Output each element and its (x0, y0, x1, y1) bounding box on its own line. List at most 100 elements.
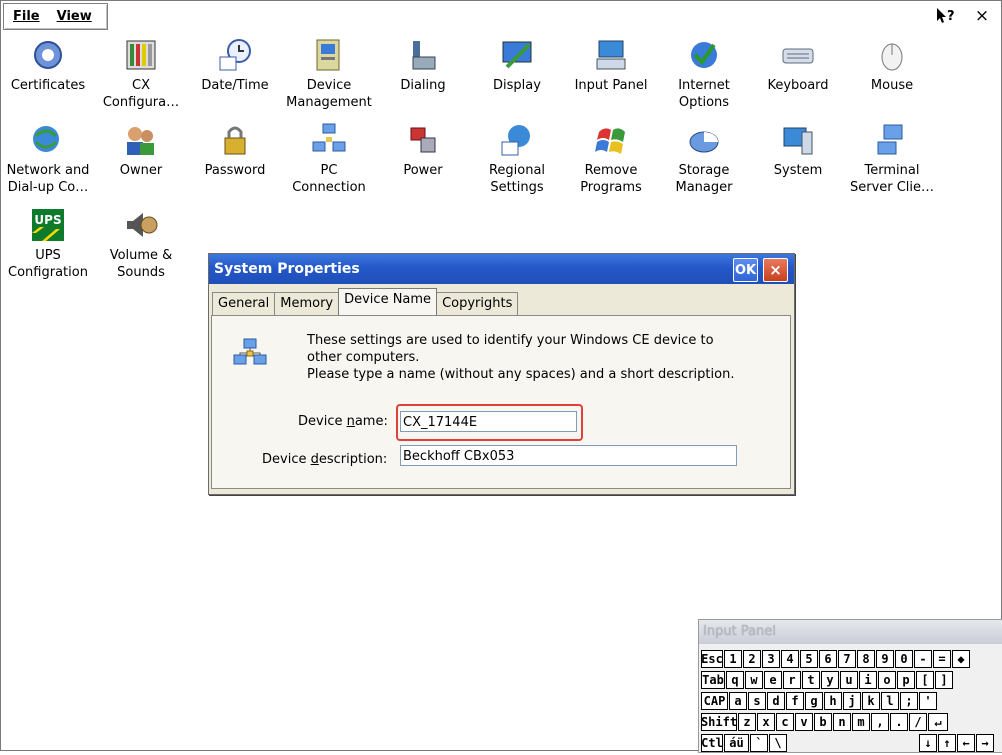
keyboard-key[interactable]: . (890, 713, 908, 731)
control-panel-item[interactable]: UPS UPS Configration (1, 207, 95, 281)
keyboard-key[interactable]: m (852, 713, 870, 731)
control-panel-item[interactable]: Device Management (282, 37, 376, 111)
keyboard-key[interactable]: 4 (781, 650, 799, 668)
keyboard-key[interactable]: h (824, 692, 842, 710)
control-panel-item[interactable]: Display (470, 37, 564, 94)
control-panel-item[interactable]: Network and Dial-up Co… (1, 122, 95, 196)
keyboard-key[interactable]: g (805, 692, 823, 710)
keyboard-key[interactable]: ↑ (938, 734, 956, 752)
pc-connection-icon (312, 123, 346, 152)
control-panel-item[interactable]: Regional Settings (470, 122, 564, 196)
keyboard-key[interactable]: ← (957, 734, 975, 752)
keyboard-key[interactable]: u (840, 671, 858, 689)
keyboard-key[interactable]: y (821, 671, 839, 689)
keyboard-key[interactable]: = (933, 650, 951, 668)
tab-memory[interactable]: Memory (274, 292, 340, 315)
menu-view[interactable]: View (48, 9, 100, 24)
keyboard-key[interactable]: 8 (857, 650, 875, 668)
keyboard-key[interactable]: l (881, 692, 899, 710)
control-panel-item[interactable]: Input Panel (564, 37, 658, 94)
control-panel-item[interactable]: Owner (94, 122, 188, 179)
keyboard-key[interactable]: → (976, 734, 994, 752)
control-panel-item-label: Internet Options (678, 78, 730, 110)
control-panel-item[interactable]: Password (188, 122, 282, 179)
close-icon[interactable]: × (970, 5, 994, 27)
control-panel-item[interactable]: Power (376, 122, 470, 179)
control-panel-item[interactable]: Keyboard (751, 37, 845, 94)
dialog-title: System Properties (214, 261, 360, 277)
keyboard-key[interactable]: k (862, 692, 880, 710)
control-panel-item[interactable]: Internet Options (657, 37, 751, 111)
keyboard-key[interactable]: t (802, 671, 820, 689)
keyboard-key[interactable]: z (738, 713, 756, 731)
keyboard-key[interactable]: r (783, 671, 801, 689)
tab-device-name[interactable]: Device Name (338, 288, 438, 315)
ok-button[interactable]: OK (733, 258, 758, 282)
keyboard-key[interactable]: v (795, 713, 813, 731)
control-panel-item[interactable]: Terminal Server Clie… (845, 122, 939, 196)
keyboard-key[interactable]: 1 (724, 650, 742, 668)
cx-configuration-icon (126, 40, 156, 70)
keyboard-key[interactable]: c (776, 713, 794, 731)
input-panel-icon (596, 40, 626, 70)
keyboard-key[interactable]: 2 (743, 650, 761, 668)
keyboard-key[interactable]: ◆ (952, 650, 970, 668)
keyboard-key[interactable]: ' (919, 692, 937, 710)
tab-general[interactable]: General (212, 292, 276, 315)
keyboard-key[interactable]: f (786, 692, 804, 710)
keyboard-key[interactable]: ] (935, 671, 953, 689)
keyboard-key[interactable]: 9 (876, 650, 894, 668)
ups-icon: UPS (32, 209, 64, 241)
device-description-input[interactable]: Beckhoff CBx053 (400, 445, 737, 466)
tab-copyrights[interactable]: Copyrights (436, 292, 519, 315)
keyboard-key[interactable]: / (909, 713, 927, 731)
keyboard-key[interactable]: d (767, 692, 785, 710)
keyboard-key[interactable]: o (878, 671, 896, 689)
keyboard-key[interactable]: p (897, 671, 915, 689)
menu-file[interactable]: File (4, 9, 48, 24)
keyboard-key[interactable]: s (748, 692, 766, 710)
control-panel-item[interactable]: System (751, 122, 845, 179)
keyboard-key[interactable]: , (871, 713, 889, 731)
keyboard-key[interactable]: áü (724, 734, 749, 752)
control-panel-item[interactable]: CX Configura… (94, 37, 188, 111)
keyboard-key[interactable]: ; (900, 692, 918, 710)
control-panel-item[interactable]: Volume & Sounds (94, 207, 188, 281)
keyboard-key[interactable]: i (859, 671, 877, 689)
help-button[interactable]: ? (935, 5, 959, 27)
keyboard-key[interactable]: 7 (838, 650, 856, 668)
keyboard-key[interactable]: w (745, 671, 763, 689)
keyboard-key[interactable]: e (764, 671, 782, 689)
keyboard-key[interactable]: ` (750, 734, 768, 752)
keyboard-key[interactable]: - (914, 650, 932, 668)
control-panel-item[interactable]: Date/Time (188, 37, 282, 94)
dialog-close-button[interactable]: × (763, 258, 788, 282)
keyboard-key[interactable]: Tab (701, 671, 725, 689)
control-panel-item[interactable]: Mouse (845, 37, 939, 94)
keyboard-key[interactable]: CAP (701, 692, 728, 710)
keyboard-key[interactable]: Esc (701, 650, 723, 668)
dialog-titlebar[interactable]: System Properties OK × (209, 254, 794, 284)
keyboard-key[interactable]: x (757, 713, 775, 731)
keyboard-key[interactable]: n (833, 713, 851, 731)
control-panel-item[interactable]: Remove Programs (564, 122, 658, 196)
control-panel-item[interactable]: Storage Manager (657, 122, 751, 196)
keyboard-key[interactable]: ↵ (928, 713, 948, 731)
keyboard-key[interactable]: Shift (701, 713, 737, 731)
keyboard-key[interactable]: b (814, 713, 832, 731)
input-panel-title[interactable]: Input Panel (699, 620, 1002, 644)
keyboard-key[interactable]: Ctl (701, 734, 723, 752)
keyboard-key[interactable]: [ (916, 671, 934, 689)
control-panel-item[interactable]: PC Connection (282, 122, 376, 196)
keyboard-key[interactable]: 5 (800, 650, 818, 668)
keyboard-key[interactable]: 6 (819, 650, 837, 668)
control-panel-item[interactable]: Certificates (1, 37, 95, 94)
keyboard-key[interactable]: \ (769, 734, 787, 752)
keyboard-key[interactable]: ↓ (919, 734, 937, 752)
keyboard-key[interactable]: 3 (762, 650, 780, 668)
control-panel-item[interactable]: Dialing (376, 37, 470, 94)
keyboard-key[interactable]: j (843, 692, 861, 710)
keyboard-key[interactable]: a (729, 692, 747, 710)
keyboard-key[interactable]: q (726, 671, 744, 689)
keyboard-key[interactable]: 0 (895, 650, 913, 668)
